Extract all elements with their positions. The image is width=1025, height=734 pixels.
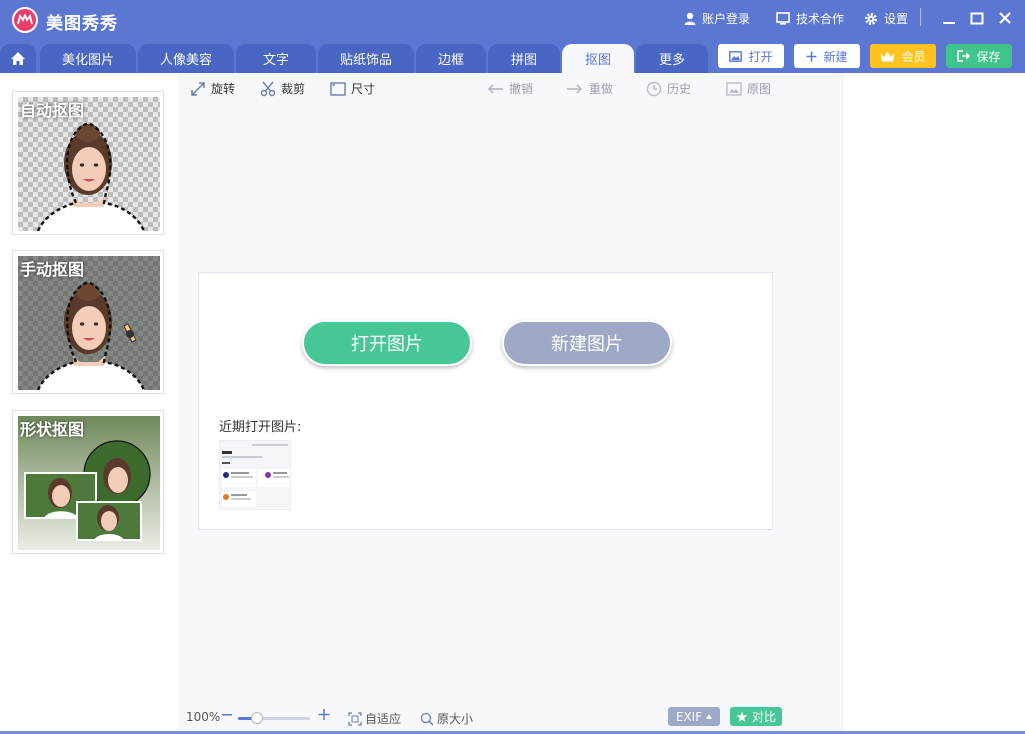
status-bar: 100% 自适应 原大小 EXIF 对比	[178, 703, 842, 734]
arrow-right-icon	[567, 83, 583, 94]
manual-cutout-card[interactable]: 手动抠图	[12, 250, 164, 394]
minimize-icon	[943, 22, 955, 24]
maximize-button[interactable]	[966, 8, 988, 28]
app-window: 美图秀秀 账户登录 技术合作 设置 美化图片 人像美容 文字 贴纸饰品 边框 拼…	[0, 0, 1025, 734]
crown-icon	[880, 51, 895, 61]
shape-cutout-label: 形状抠图	[20, 420, 85, 439]
rotate-tool[interactable]: 旋转	[190, 80, 235, 97]
history-button[interactable]: 历史	[646, 80, 691, 97]
tab-beautify[interactable]: 美化图片	[40, 44, 136, 73]
plus-icon	[318, 709, 330, 720]
edit-toolbar: 旋转 裁剪 尺寸 撤销 重做 历史 原图	[178, 73, 842, 103]
title-separator	[920, 8, 921, 26]
tab-text[interactable]: 文字	[236, 44, 316, 73]
tab-home[interactable]	[0, 44, 36, 73]
recent-image-thumbnail[interactable]	[219, 440, 291, 510]
image-icon	[729, 50, 743, 62]
compare-button[interactable]: 对比	[730, 707, 782, 726]
exif-button[interactable]: EXIF	[668, 707, 720, 726]
auto-cutout-card[interactable]: 自动抠图	[12, 91, 164, 235]
tab-stickers[interactable]: 贴纸饰品	[318, 44, 414, 73]
right-panel	[842, 73, 1025, 734]
undo-button[interactable]: 撤销	[486, 80, 533, 97]
app-logo-icon	[12, 7, 38, 33]
close-button[interactable]	[994, 8, 1016, 28]
gear-icon	[865, 12, 877, 25]
login-link[interactable]: 账户登录	[684, 10, 750, 27]
sparkle-star-icon	[736, 711, 748, 722]
app-title: 美图秀秀	[46, 14, 118, 34]
redo-button[interactable]: 重做	[566, 80, 613, 97]
fit-frame-icon	[348, 711, 362, 726]
settings-label: 设置	[884, 12, 909, 26]
cooperation-link[interactable]: 技术合作	[776, 10, 844, 27]
tab-portrait[interactable]: 人像美容	[138, 44, 234, 73]
user-icon	[684, 12, 696, 25]
start-panel: 打开图片 新建图片 近期打开图片:	[198, 272, 773, 530]
clock-icon	[646, 81, 662, 96]
close-icon	[999, 12, 1011, 24]
plus-icon	[806, 51, 817, 61]
recent-screenshot-preview	[220, 441, 290, 509]
actual-size-button[interactable]: 原大小	[420, 710, 473, 727]
tab-cutout[interactable]: 抠图	[562, 44, 634, 73]
zoom-slider[interactable]	[238, 712, 310, 724]
new-button[interactable]: 新建	[794, 44, 860, 68]
vip-button[interactable]: 会员	[870, 44, 936, 68]
zoom-slider-handle[interactable]	[251, 712, 263, 724]
manual-cutout-label: 手动抠图	[20, 260, 85, 279]
cutout-mode-panel: 自动抠图 手动抠图 形状抠图	[0, 73, 178, 734]
magnifier-icon	[420, 712, 434, 726]
login-label: 账户登录	[702, 12, 751, 26]
fit-to-window-button[interactable]: 自适应	[348, 710, 401, 727]
crop-tool[interactable]: 裁剪	[260, 80, 305, 97]
resize-frame-icon	[330, 81, 346, 96]
open-button[interactable]: 打开	[718, 44, 784, 68]
save-export-icon	[957, 50, 971, 62]
new-image-button[interactable]: 新建图片	[502, 320, 672, 366]
title-bar: 美图秀秀 账户登录 技术合作 设置 美化图片 人像美容 文字 贴纸饰品 边框 拼…	[0, 0, 1025, 73]
zoom-out-button[interactable]	[222, 707, 232, 721]
settings-link[interactable]: 设置	[864, 10, 908, 27]
save-button[interactable]: 保存	[946, 44, 1012, 68]
caret-up-icon	[706, 714, 713, 719]
maximize-icon	[970, 12, 984, 25]
canvas-area: 打开图片 新建图片 近期打开图片:	[178, 103, 842, 703]
shape-cutout-card[interactable]: 形状抠图	[12, 410, 164, 554]
tab-collage[interactable]: 拼图	[488, 44, 560, 73]
open-image-button[interactable]: 打开图片	[302, 320, 472, 366]
auto-cutout-label: 自动抠图	[20, 101, 85, 120]
cooperation-label: 技术合作	[796, 12, 845, 26]
original-button[interactable]: 原图	[726, 80, 771, 97]
scissors-icon	[260, 81, 276, 96]
tab-frames[interactable]: 边框	[416, 44, 486, 73]
size-tool[interactable]: 尺寸	[330, 80, 375, 97]
minus-icon	[222, 714, 232, 716]
zoom-in-button[interactable]	[318, 707, 330, 721]
recent-images-label: 近期打开图片:	[219, 420, 302, 435]
monitor-icon	[776, 12, 790, 25]
arrow-left-icon	[487, 83, 503, 94]
rotate-arrows-icon	[191, 81, 205, 96]
tab-more[interactable]: 更多	[636, 44, 708, 73]
minimize-button[interactable]	[938, 8, 960, 28]
picture-icon	[726, 81, 742, 96]
home-icon	[11, 52, 25, 65]
zoom-percent: 100%	[186, 710, 221, 724]
